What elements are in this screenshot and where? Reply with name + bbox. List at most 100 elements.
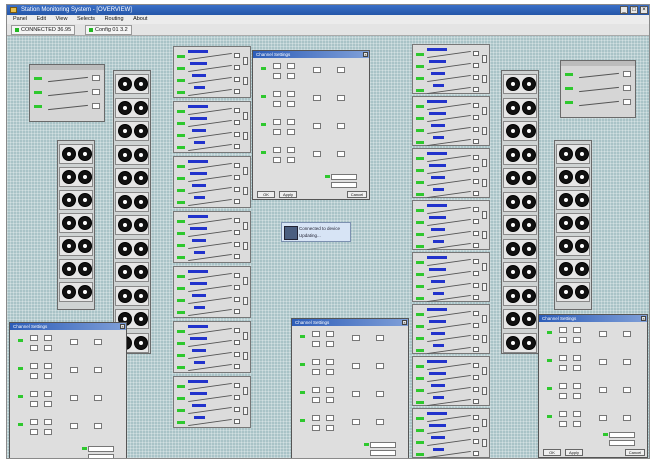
solo-button[interactable] xyxy=(482,335,487,343)
speaker-cell[interactable] xyxy=(59,144,93,164)
value-field[interactable] xyxy=(473,323,479,328)
value-field[interactable] xyxy=(88,454,114,458)
speaker-cell[interactable] xyxy=(59,213,93,233)
value-field[interactable] xyxy=(30,391,38,397)
value-field[interactable] xyxy=(337,95,345,101)
value-field[interactable] xyxy=(337,123,345,129)
menu-view[interactable]: View xyxy=(56,16,68,22)
value-field[interactable] xyxy=(94,423,102,429)
value-field[interactable] xyxy=(337,151,345,157)
value-field[interactable] xyxy=(234,230,240,235)
dialog-title[interactable]: Channel Settings xyxy=(292,319,408,326)
dialog-close-button[interactable]: × xyxy=(641,316,646,321)
value-field[interactable] xyxy=(313,151,321,157)
ok-button[interactable]: OK xyxy=(543,449,561,456)
value-field[interactable] xyxy=(473,207,479,212)
value-field[interactable] xyxy=(234,273,240,278)
value-field[interactable] xyxy=(473,115,479,120)
value-field[interactable] xyxy=(312,415,320,421)
value-field[interactable] xyxy=(473,399,479,404)
value-field[interactable] xyxy=(623,71,631,77)
value-field[interactable] xyxy=(473,387,479,392)
value-field[interactable] xyxy=(44,345,52,351)
value-field[interactable] xyxy=(287,147,295,153)
value-field[interactable] xyxy=(473,219,479,224)
value-field[interactable] xyxy=(473,75,479,80)
value-field[interactable] xyxy=(376,391,384,397)
value-field[interactable] xyxy=(599,359,607,365)
value-field[interactable] xyxy=(473,103,479,108)
value-field[interactable] xyxy=(573,327,581,333)
value-field[interactable] xyxy=(313,67,321,73)
value-field[interactable] xyxy=(44,401,52,407)
speaker-cell[interactable] xyxy=(115,97,149,118)
solo-button[interactable] xyxy=(243,297,248,305)
speaker-cell[interactable] xyxy=(59,190,93,210)
value-field[interactable] xyxy=(473,51,479,56)
value-field[interactable] xyxy=(473,87,479,92)
value-field[interactable] xyxy=(559,337,567,343)
value-field[interactable] xyxy=(326,397,334,403)
channel-strip[interactable] xyxy=(173,46,251,98)
value-field[interactable] xyxy=(30,363,38,369)
speaker-cell[interactable] xyxy=(556,144,590,164)
mute-button[interactable] xyxy=(482,159,487,167)
menu-edit[interactable]: Edit xyxy=(37,16,46,22)
value-field[interactable] xyxy=(599,415,607,421)
speaker-cell[interactable] xyxy=(115,191,149,212)
mute-button[interactable] xyxy=(482,107,487,115)
value-field[interactable] xyxy=(94,367,102,373)
value-field[interactable] xyxy=(234,53,240,58)
value-field[interactable] xyxy=(573,411,581,417)
value-field[interactable] xyxy=(623,359,631,365)
value-field[interactable] xyxy=(44,429,52,435)
solo-button[interactable] xyxy=(243,132,248,140)
mute-button[interactable] xyxy=(243,112,248,120)
value-field[interactable] xyxy=(473,427,479,432)
value-field[interactable] xyxy=(234,218,240,223)
speaker-cell[interactable] xyxy=(59,259,93,279)
speaker-cell[interactable] xyxy=(115,168,149,188)
value-field[interactable] xyxy=(312,425,320,431)
value-field[interactable] xyxy=(326,425,334,431)
value-field[interactable] xyxy=(599,387,607,393)
value-field[interactable] xyxy=(44,335,52,341)
value-field[interactable] xyxy=(573,421,581,427)
value-field[interactable] xyxy=(88,446,114,452)
solo-button[interactable] xyxy=(482,387,487,395)
value-field[interactable] xyxy=(473,191,479,196)
value-field[interactable] xyxy=(473,179,479,184)
value-field[interactable] xyxy=(70,423,78,429)
value-field[interactable] xyxy=(273,73,281,79)
value-field[interactable] xyxy=(352,335,360,341)
menu-routing[interactable]: Routing xyxy=(105,16,124,22)
value-field[interactable] xyxy=(234,163,240,168)
close-button[interactable]: × xyxy=(640,6,648,14)
value-field[interactable] xyxy=(573,393,581,399)
value-field[interactable] xyxy=(326,415,334,421)
value-field[interactable] xyxy=(234,419,240,424)
cancel-button[interactable]: Cancel xyxy=(625,449,645,456)
value-field[interactable] xyxy=(287,157,295,163)
value-field[interactable] xyxy=(234,285,240,290)
solo-button[interactable] xyxy=(482,75,487,83)
value-field[interactable] xyxy=(473,295,479,300)
toolbar-connection[interactable]: CONNECTED 36.95 xyxy=(11,25,76,35)
channel-strip[interactable] xyxy=(173,266,251,318)
channel-strip[interactable] xyxy=(412,408,490,458)
solo-button[interactable] xyxy=(482,231,487,239)
value-field[interactable] xyxy=(234,199,240,204)
value-field[interactable] xyxy=(623,99,631,105)
toolbar-config[interactable]: Config 01 3.2 xyxy=(85,25,132,35)
value-field[interactable] xyxy=(287,101,295,107)
speaker-cell[interactable] xyxy=(59,167,93,187)
value-field[interactable] xyxy=(559,383,567,389)
speaker-cell[interactable] xyxy=(115,285,149,306)
solo-button[interactable] xyxy=(482,283,487,291)
value-field[interactable] xyxy=(623,85,631,91)
channel-settings-dialog[interactable]: Channel Settings × OKApplyCancel xyxy=(291,318,409,458)
speaker-cell[interactable] xyxy=(503,285,537,306)
speaker-cell[interactable] xyxy=(503,121,537,141)
channel-strip[interactable] xyxy=(173,211,251,263)
mute-button[interactable] xyxy=(482,315,487,323)
